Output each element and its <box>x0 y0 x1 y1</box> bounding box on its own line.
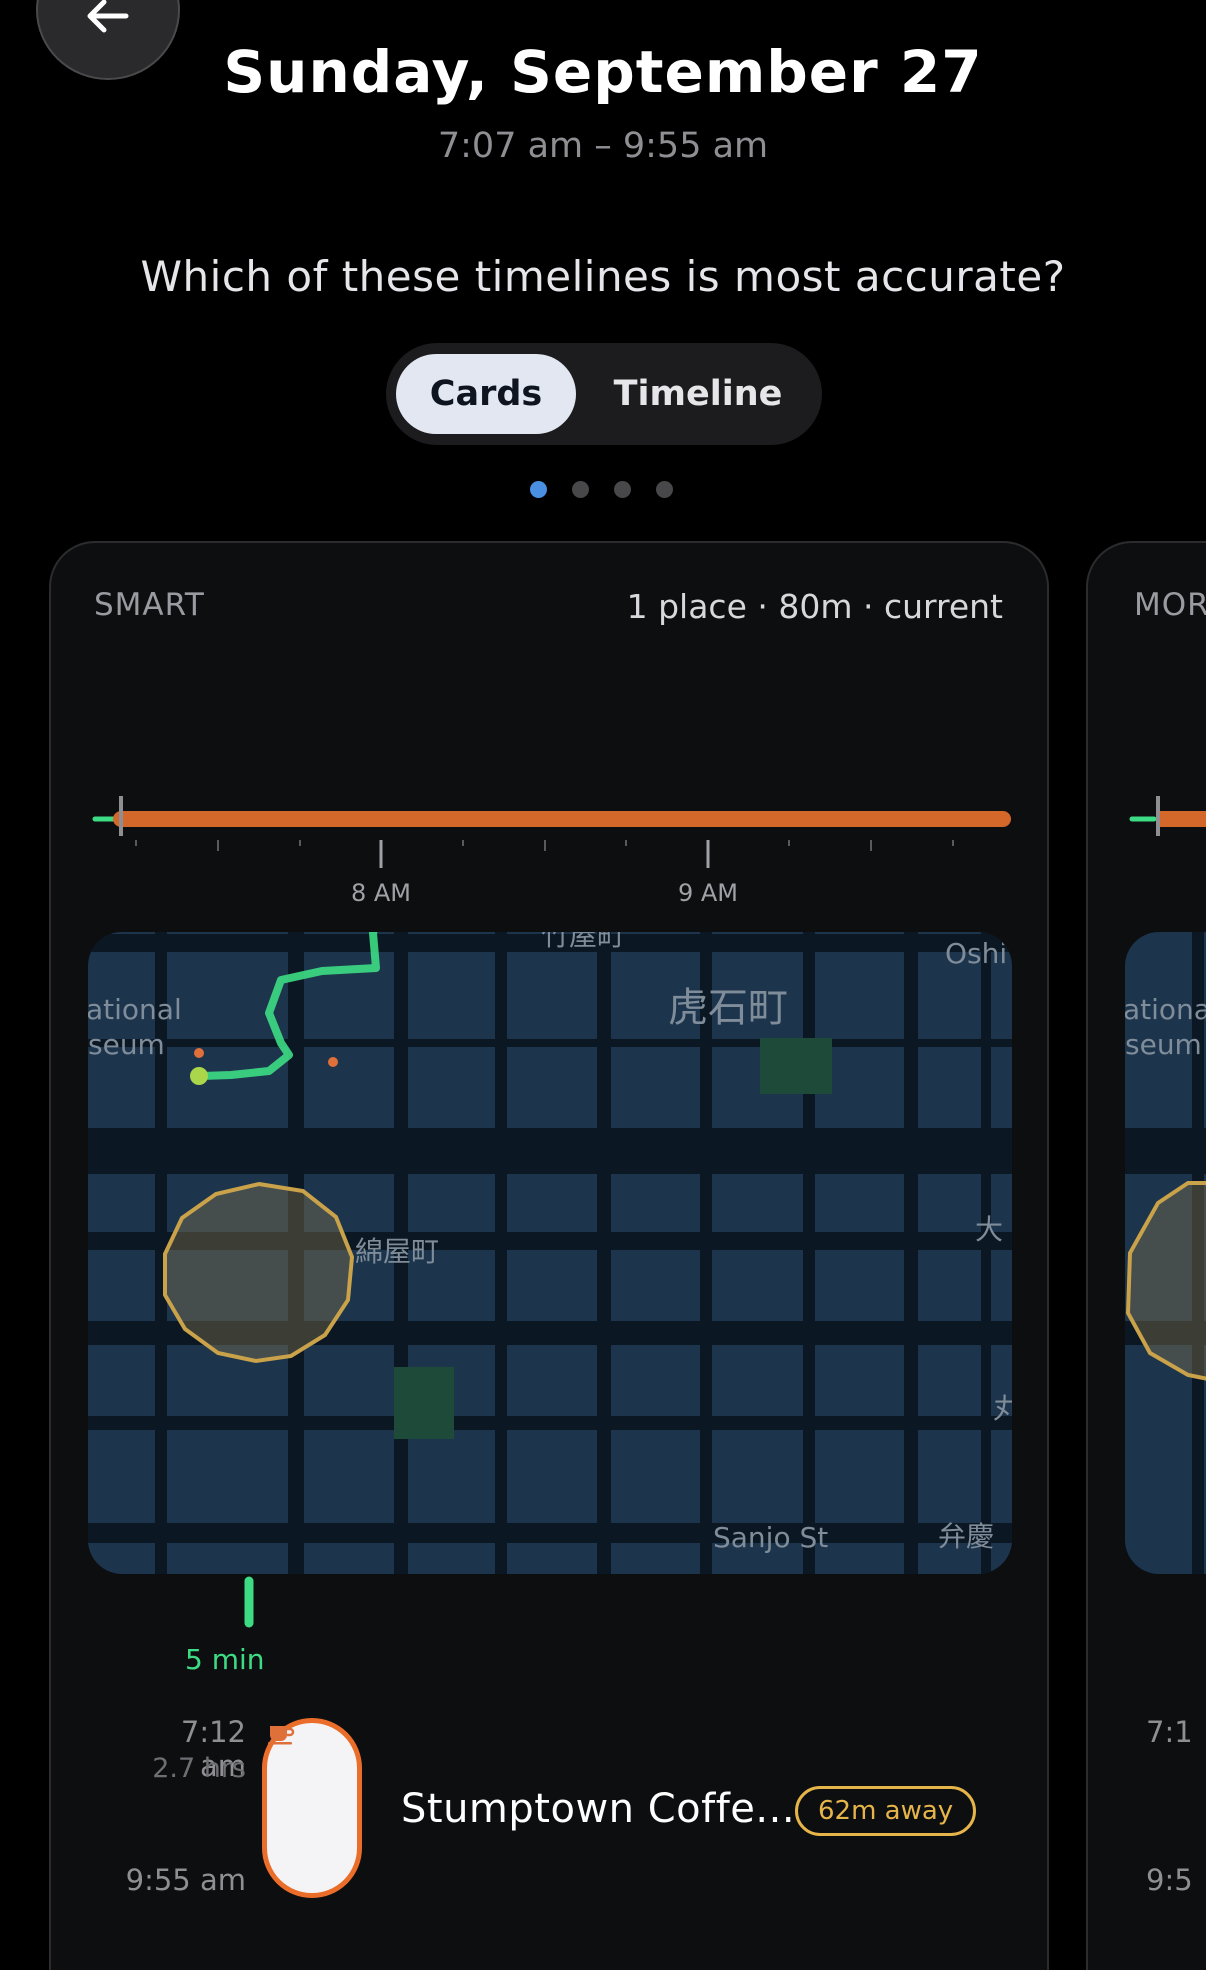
place-marker[interactable] <box>262 1718 362 1898</box>
page-title: Sunday, September 27 <box>223 38 983 106</box>
place-name[interactable]: Stumptown Coffe... <box>401 1786 795 1832</box>
page-dot-4[interactable] <box>656 481 673 498</box>
day-review-screen: Sunday, September 27 7:07 am – 9:55 am W… <box>0 0 1206 1970</box>
location-sample <box>328 1057 338 1067</box>
map-label-wataya: 綿屋町 <box>355 1235 439 1268</box>
map-label-sanjo-st: Sanjo St <box>713 1521 828 1554</box>
question-prompt: Which of these timelines is most accurat… <box>140 252 1066 301</box>
tick-9am: 9 AM <box>678 879 738 907</box>
location-sample <box>194 1048 204 1058</box>
map-label-national: ational <box>86 993 182 1026</box>
timeline-option-card[interactable]: SMART 1 place · 80m · current 8 AM 9 AM … <box>49 541 1049 1970</box>
travel-duration: 5 min <box>185 1643 265 1676</box>
tab-timeline[interactable]: Timeline <box>584 354 812 434</box>
card-graphics: ational seum <box>1123 796 1206 1574</box>
visit-end-time: 9:55 am <box>125 1863 246 1897</box>
map-label-benkei: 弁慶 <box>938 1520 994 1553</box>
back-arrow-icon <box>87 0 129 33</box>
map-label-takeyamachi: 竹屋町 <box>541 919 625 952</box>
time-range: 7:07 am – 9:55 am <box>437 126 769 166</box>
distance-badge: 62m away <box>795 1786 977 1836</box>
map-park-2 <box>394 1367 454 1439</box>
map-label-national: ational <box>1123 993 1206 1026</box>
coffee-cup-icon <box>268 1726 295 1745</box>
route-map-next: ational seum <box>1123 932 1206 1574</box>
visit-length: 2.7 hrs <box>152 1753 246 1784</box>
page-dot-2[interactable] <box>572 481 589 498</box>
tick-8am: 8 AM <box>351 879 411 907</box>
route-cluster <box>190 1067 208 1085</box>
visit-end-time: 9:5 <box>1146 1863 1193 1897</box>
map-label-dai: 大 <box>975 1213 1003 1246</box>
view-toggle: Cards Timeline <box>386 343 822 445</box>
route-map[interactable]: 竹屋町 虎石町 Oshi ational seum 綿屋町 大 丸 Sanjo … <box>86 905 1021 1574</box>
map-park-1 <box>760 1038 832 1094</box>
map-label-toraishicho: 虎石町 <box>668 985 788 1031</box>
page-dot-3[interactable] <box>614 481 631 498</box>
visit-start-time: 7:1 <box>1146 1715 1193 1749</box>
map-label-maru: 丸 <box>993 1392 1021 1425</box>
map-label-museum: seum <box>1125 1028 1202 1061</box>
route-endpoint <box>780 905 790 915</box>
page-dot-1[interactable] <box>530 481 547 498</box>
timeline-option-card-next[interactable]: MORE ational seum 7:1 9:5 <box>1086 541 1206 1970</box>
timebar: 8 AM 9 AM <box>92 796 1011 907</box>
map-label-oshi: Oshi <box>945 937 1007 970</box>
place-geofence <box>163 1181 355 1364</box>
map-label-museum: seum <box>88 1028 165 1061</box>
tab-cards[interactable]: Cards <box>396 354 576 434</box>
